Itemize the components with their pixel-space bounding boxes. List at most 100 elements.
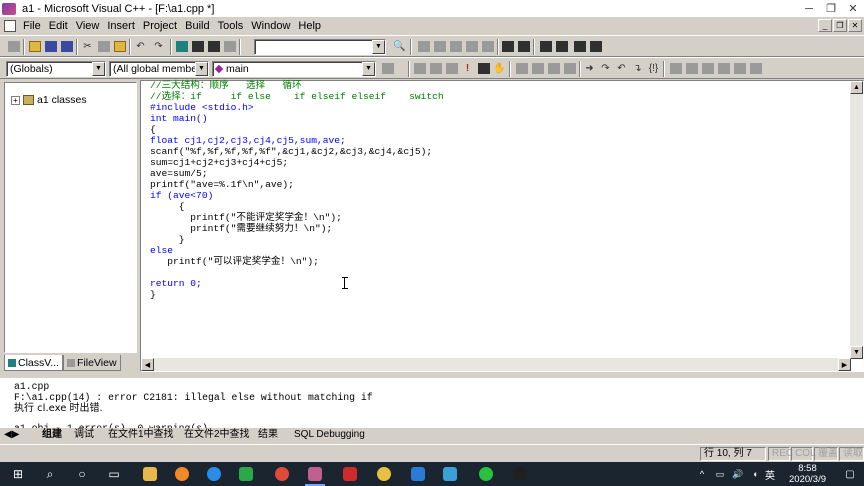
- wechat-icon[interactable]: [476, 465, 496, 483]
- horizontal-scrollbar[interactable]: ◀ ▶: [141, 358, 851, 371]
- restore-button[interactable]: ❐: [820, 0, 842, 17]
- new-file-icon[interactable]: [6, 39, 21, 54]
- task-view-icon[interactable]: ▭: [104, 465, 124, 483]
- mdi-minimize-button[interactable]: _: [818, 19, 832, 32]
- tab-fileview[interactable]: FileView: [63, 355, 121, 371]
- grid-icon[interactable]: [588, 39, 603, 54]
- chevron-down-icon[interactable]: ▼: [92, 62, 105, 76]
- menu-file[interactable]: File: [19, 17, 45, 35]
- tab-sql-debugging[interactable]: SQL Debugging: [294, 428, 365, 441]
- watch-icon[interactable]: [668, 61, 683, 76]
- output-tab-nav-icon[interactable]: ◀▶: [4, 428, 19, 441]
- undo-icon[interactable]: ↶: [133, 39, 148, 54]
- paste-icon[interactable]: [112, 39, 127, 54]
- run-to-cursor-icon[interactable]: ↴: [630, 61, 645, 76]
- step-into-icon[interactable]: ➜: [582, 61, 597, 76]
- insert-breakpoint-icon[interactable]: ✋: [492, 61, 507, 76]
- window-list-icon[interactable]: [206, 39, 221, 54]
- menu-edit[interactable]: Edit: [45, 17, 72, 35]
- scroll-up-icon[interactable]: ▲: [850, 81, 863, 94]
- variables-icon[interactable]: [684, 61, 699, 76]
- menu-window[interactable]: Window: [247, 17, 294, 35]
- scroll-down-icon[interactable]: ▼: [850, 346, 863, 359]
- scope-combo[interactable]: (Globals) ▼: [6, 61, 106, 77]
- resource-icon[interactable]: [572, 39, 587, 54]
- step-out-icon[interactable]: ↶: [614, 61, 629, 76]
- menu-view[interactable]: View: [72, 17, 104, 35]
- app-red-icon[interactable]: [340, 465, 360, 483]
- open-folder-icon[interactable]: [27, 39, 42, 54]
- cortana-icon[interactable]: ○: [72, 465, 92, 483]
- network-icon[interactable]: ▭: [710, 465, 730, 483]
- workspace-icon[interactable]: [174, 39, 189, 54]
- breakpoint-icon[interactable]: [500, 39, 515, 54]
- disassembly-icon[interactable]: [748, 61, 763, 76]
- app-flower-icon[interactable]: [374, 465, 394, 483]
- vertical-scrollbar[interactable]: ▲ ▼: [850, 81, 863, 359]
- wizard-icon[interactable]: [538, 39, 553, 54]
- registers-icon[interactable]: [700, 61, 715, 76]
- quick-watch-icon[interactable]: {!}: [646, 61, 661, 76]
- app-image-icon[interactable]: [440, 465, 460, 483]
- members-combo[interactable]: (All global members ▼: [109, 61, 209, 77]
- clock[interactable]: 8:58 2020/3/9: [789, 463, 826, 485]
- document-icon[interactable]: [4, 20, 16, 32]
- volume-icon[interactable]: 🔊: [728, 465, 748, 483]
- go-debug-icon[interactable]: [476, 61, 491, 76]
- compile-icon[interactable]: [416, 39, 431, 54]
- chevron-down-icon[interactable]: ▼: [372, 40, 385, 54]
- debug-4-icon[interactable]: [562, 61, 577, 76]
- class-tree[interactable]: + a1 classes: [4, 82, 137, 353]
- wizard-action-icon[interactable]: [380, 61, 395, 76]
- copy-icon[interactable]: [96, 39, 111, 54]
- chevron-down-icon[interactable]: ▼: [362, 62, 375, 76]
- execute-icon[interactable]: [464, 39, 479, 54]
- app-chart-icon[interactable]: [408, 465, 428, 483]
- remove-breakpoints-icon[interactable]: [516, 39, 531, 54]
- function-combo[interactable]: main ▼: [212, 61, 376, 77]
- debug-1-icon[interactable]: [514, 61, 529, 76]
- notification-icon[interactable]: ▢: [840, 465, 860, 483]
- tab-build[interactable]: 组建: [42, 428, 62, 441]
- find-icon[interactable]: 🔍: [392, 39, 407, 54]
- debug-2-icon[interactable]: [530, 61, 545, 76]
- tab-debug[interactable]: 调试: [74, 428, 94, 441]
- code-editor[interactable]: //三大结构：顺序 选择 循环 //选择：if if else if elsei…: [140, 80, 864, 372]
- ime-mode-icon[interactable]: ◐: [746, 465, 766, 483]
- save-icon[interactable]: [43, 39, 58, 54]
- memory-icon[interactable]: [716, 61, 731, 76]
- visual-cpp-taskbar-icon[interactable]: [305, 465, 325, 486]
- execute-program-icon[interactable]: !: [460, 61, 475, 76]
- build-icon[interactable]: [432, 39, 447, 54]
- save-all-icon[interactable]: [59, 39, 74, 54]
- stop-build-icon[interactable]: [448, 39, 463, 54]
- mdi-restore-button[interactable]: ❐: [833, 19, 847, 32]
- classview-icon[interactable]: [554, 39, 569, 54]
- menu-build[interactable]: Build: [181, 17, 213, 35]
- search-icon[interactable]: ⌕: [40, 465, 60, 483]
- expand-icon[interactable]: +: [11, 95, 20, 105]
- menu-tools[interactable]: Tools: [214, 17, 248, 35]
- chrome-icon[interactable]: [272, 465, 292, 483]
- output-icon[interactable]: [190, 39, 205, 54]
- compile-file-icon[interactable]: [412, 61, 427, 76]
- minimize-button[interactable]: ─: [798, 0, 820, 17]
- chevron-down-icon[interactable]: ▼: [195, 62, 208, 76]
- tab-classview[interactable]: ClassV...: [4, 355, 64, 371]
- call-stack-icon[interactable]: [732, 61, 747, 76]
- build-project-icon[interactable]: [428, 61, 443, 76]
- tray-expand-icon[interactable]: ^: [692, 465, 712, 483]
- app-orange-icon[interactable]: [172, 465, 192, 483]
- stop-build-icon[interactable]: [444, 61, 459, 76]
- menu-help[interactable]: Help: [294, 17, 325, 35]
- go-icon[interactable]: [480, 39, 495, 54]
- step-over-icon[interactable]: ↷: [598, 61, 613, 76]
- tree-node-a1-classes[interactable]: + a1 classes: [11, 94, 87, 106]
- tab-find-in-files-2[interactable]: 在文件2中查找: [184, 428, 250, 441]
- output-line[interactable]: F:\a1.cpp(14) : error C2181: illegal els…: [14, 392, 373, 403]
- app-green-icon[interactable]: [236, 465, 256, 483]
- ime-language[interactable]: 英: [765, 467, 775, 482]
- mdi-close-button[interactable]: ✕: [848, 19, 862, 32]
- debug-3-icon[interactable]: [546, 61, 561, 76]
- scroll-left-icon[interactable]: ◀: [141, 358, 154, 371]
